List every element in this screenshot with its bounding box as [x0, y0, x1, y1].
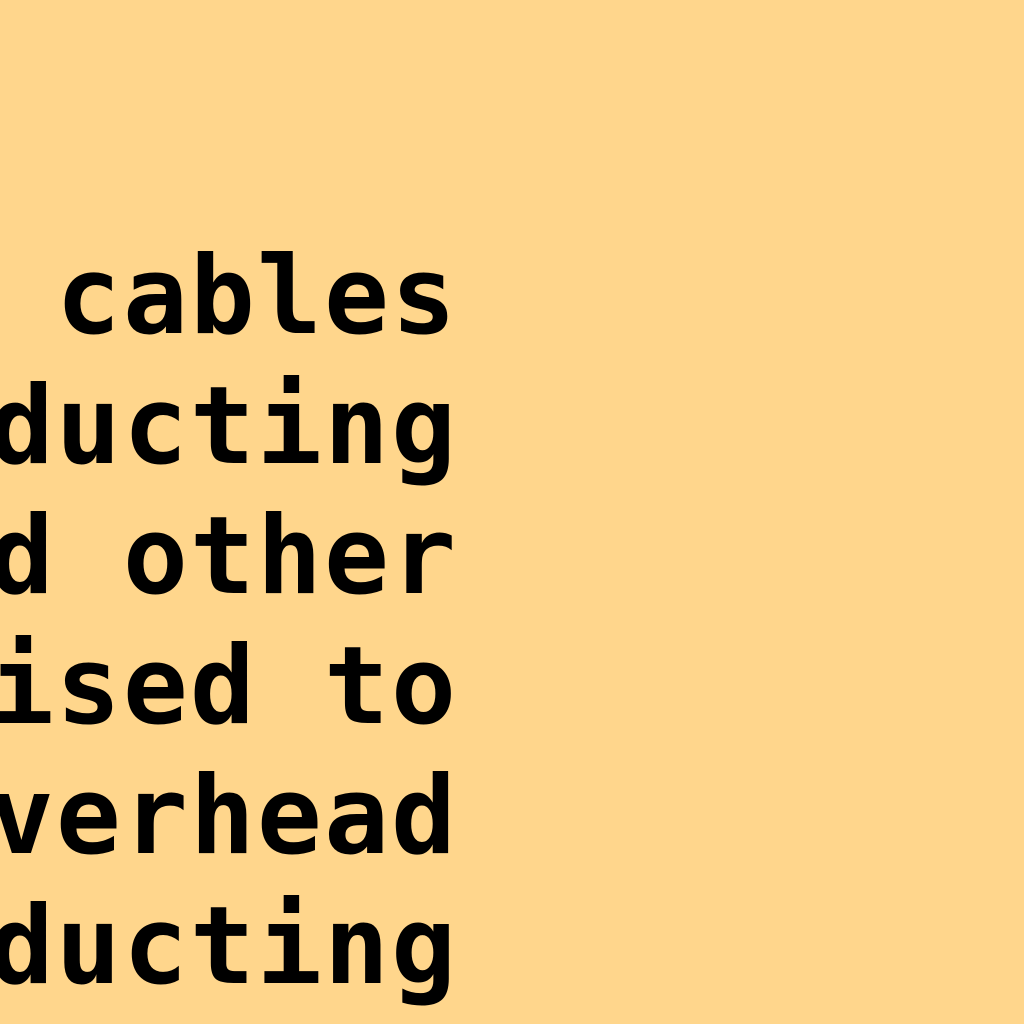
cropped-text-block: cables ducting d other ised to verhead d… — [0, 0, 458, 1024]
page-canvas: cables ducting d other ised to verhead d… — [0, 0, 1024, 1024]
text-line-6: ducting — [0, 884, 458, 1009]
text-line-3: d other — [0, 494, 458, 619]
text-line-1: cables — [0, 234, 458, 359]
text-line-5: verhead — [0, 754, 458, 879]
text-line-2: ducting — [0, 364, 458, 489]
text-line-4: ised to — [0, 624, 458, 749]
